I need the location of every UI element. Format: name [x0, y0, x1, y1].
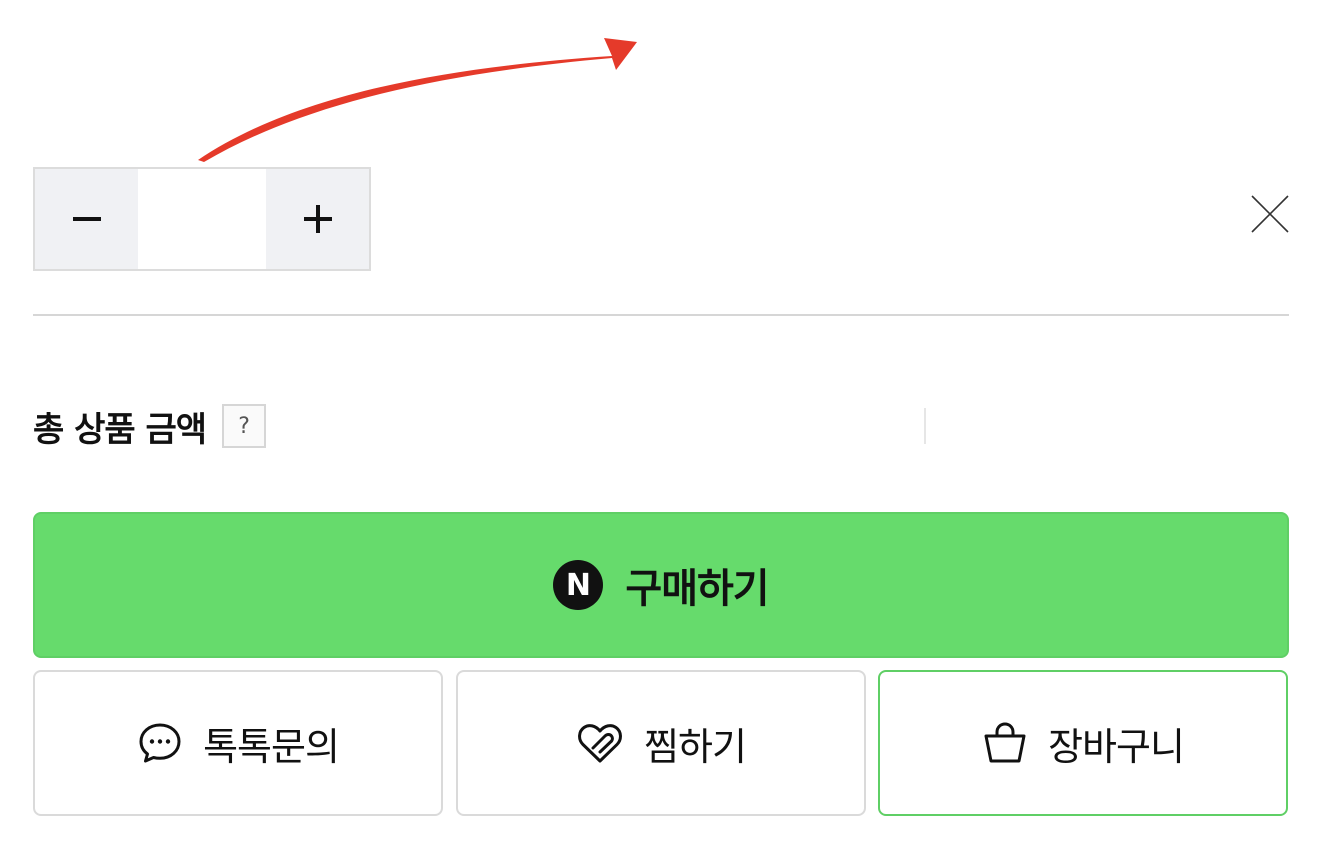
decrease-quantity-button[interactable] [35, 169, 138, 269]
wishlist-button[interactable]: 찜하기 [456, 670, 866, 816]
talktalk-inquiry-button[interactable]: 톡톡문의 [33, 670, 443, 816]
buy-button-label: 구매하기 [625, 566, 769, 612]
remove-option-button[interactable] [1248, 192, 1292, 236]
total-price-help-button[interactable]: ? [222, 404, 267, 448]
plus-icon [303, 205, 332, 233]
quantity-stepper [33, 167, 371, 271]
quantity-input[interactable] [138, 169, 266, 269]
naver-pay-icon: N [553, 560, 604, 610]
divider [33, 314, 1289, 316]
minus-icon [72, 217, 101, 221]
total-price-label: 총 상품 금액 [33, 409, 207, 450]
cart-label: 장바구니 [1048, 724, 1185, 769]
cart-button[interactable]: 장바구니 [878, 670, 1288, 816]
talktalk-inquiry-label: 톡톡문의 [203, 724, 340, 769]
close-icon [1251, 195, 1289, 233]
chat-bubble-icon [137, 720, 183, 766]
increase-quantity-button[interactable] [266, 169, 369, 269]
total-price-amount [924, 408, 926, 444]
wishlist-label: 찜하기 [644, 724, 747, 769]
buy-button[interactable]: N 구매하기 [33, 512, 1289, 658]
heart-icon [576, 721, 624, 765]
shopping-bag-icon [982, 720, 1028, 766]
total-price-row: 총 상품 금액 ? [33, 400, 267, 452]
